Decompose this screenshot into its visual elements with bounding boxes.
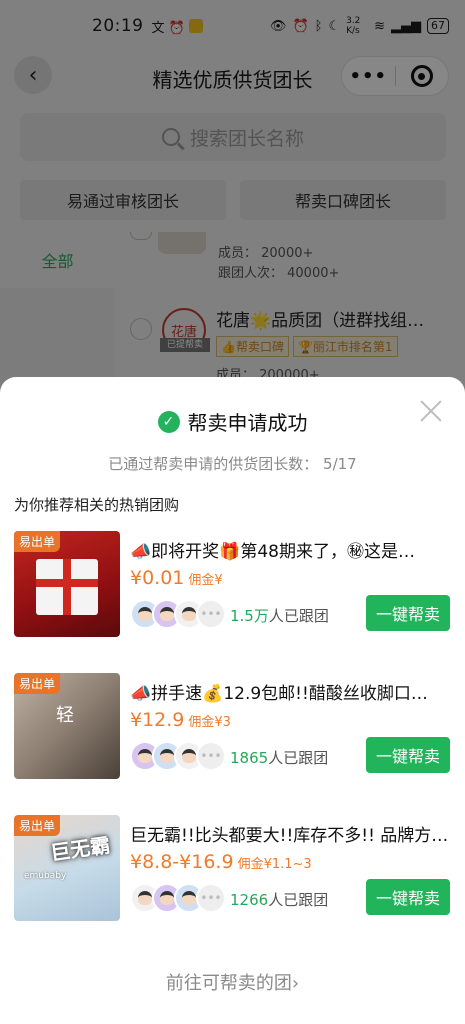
section-title: 为你推荐相关的热销团购 xyxy=(14,496,180,514)
easy-sell-tag: 易出单 xyxy=(14,673,61,694)
one-click-help-sell-button[interactable]: 一键帮卖 xyxy=(366,879,450,915)
easy-sell-tag: 易出单 xyxy=(14,815,61,836)
follower-number: 1.5万 xyxy=(230,607,269,625)
gift-box-image xyxy=(36,559,98,615)
follower-number: 1266 xyxy=(230,891,269,909)
product-card[interactable]: 易出单 📣即将开奖🎁第48期来了，㊙这是… ¥0.01 佣金¥ ••• 1.5万… xyxy=(14,531,454,637)
price: ¥12.9 xyxy=(130,709,185,731)
product-thumbnail: 易出单 xyxy=(14,531,120,637)
follower-count: 1865人已跟团 xyxy=(230,747,328,768)
more-avatars-icon: ••• xyxy=(196,599,226,629)
product-title: 📣即将开奖🎁第48期来了，㊙这是… xyxy=(130,542,415,562)
thumbnail-brand: emubaby xyxy=(24,871,67,881)
product-title: 📣拼手速💰12.9包邮!!醋酸丝收脚口… xyxy=(130,684,428,704)
product-card[interactable]: 轻 易出单 📣拼手速💰12.9包邮!!醋酸丝收脚口… ¥12.9 佣金¥3 ••… xyxy=(14,673,454,779)
check-circle-icon: ✓ xyxy=(157,410,180,433)
one-click-help-sell-button[interactable]: 一键帮卖 xyxy=(366,737,450,773)
price-row: ¥8.8-¥16.9 佣金¥1.1~3 xyxy=(130,851,312,873)
one-click-help-sell-button[interactable]: 一键帮卖 xyxy=(366,595,450,631)
price-row: ¥12.9 佣金¥3 xyxy=(130,709,231,731)
product-card[interactable]: 巨无霸 emubaby 易出单 巨无霸!!比头都要大!!库存不多!! 品牌方… … xyxy=(14,815,454,921)
avatar-stack: ••• xyxy=(130,883,226,913)
follower-count: 1.5万人已跟团 xyxy=(230,605,329,626)
price: ¥8.8-¥16.9 xyxy=(130,851,234,873)
product-title: 巨无霸!!比头都要大!!库存不多!! 品牌方… xyxy=(130,826,449,846)
avatar-stack: ••• xyxy=(130,599,226,629)
goto-help-sell-link[interactable]: 前往可帮卖的团› xyxy=(0,969,465,995)
follower-suffix: 人已跟团 xyxy=(268,607,329,625)
commission: 佣金¥3 xyxy=(188,715,231,730)
price-row: ¥0.01 佣金¥ xyxy=(130,567,223,589)
success-header: ✓ 帮卖申请成功 xyxy=(0,407,465,436)
thumbnail-text: 轻 xyxy=(56,705,74,726)
approved-count: 已通过帮卖申请的供货团长数： 5/17 xyxy=(108,455,357,473)
product-thumbnail: 巨无霸 emubaby 易出单 xyxy=(14,815,120,921)
commission: 佣金¥1.1~3 xyxy=(237,857,312,872)
follower-suffix: 人已跟团 xyxy=(268,891,329,909)
success-title: 帮卖申请成功 xyxy=(187,411,308,435)
commission: 佣金¥ xyxy=(188,573,223,588)
price: ¥0.01 xyxy=(130,567,185,589)
easy-sell-tag: 易出单 xyxy=(14,531,61,552)
more-avatars-icon: ••• xyxy=(196,741,226,771)
follower-number: 1865 xyxy=(230,749,269,767)
success-sheet: ✓ 帮卖申请成功 已通过帮卖申请的供货团长数： 5/17 为你推荐相关的热销团购… xyxy=(0,377,465,1024)
more-avatars-icon: ••• xyxy=(196,883,226,913)
avatar-stack: ••• xyxy=(130,741,226,771)
follower-suffix: 人已跟团 xyxy=(268,749,329,767)
product-thumbnail: 轻 易出单 xyxy=(14,673,120,779)
follower-count: 1266人已跟团 xyxy=(230,889,328,910)
